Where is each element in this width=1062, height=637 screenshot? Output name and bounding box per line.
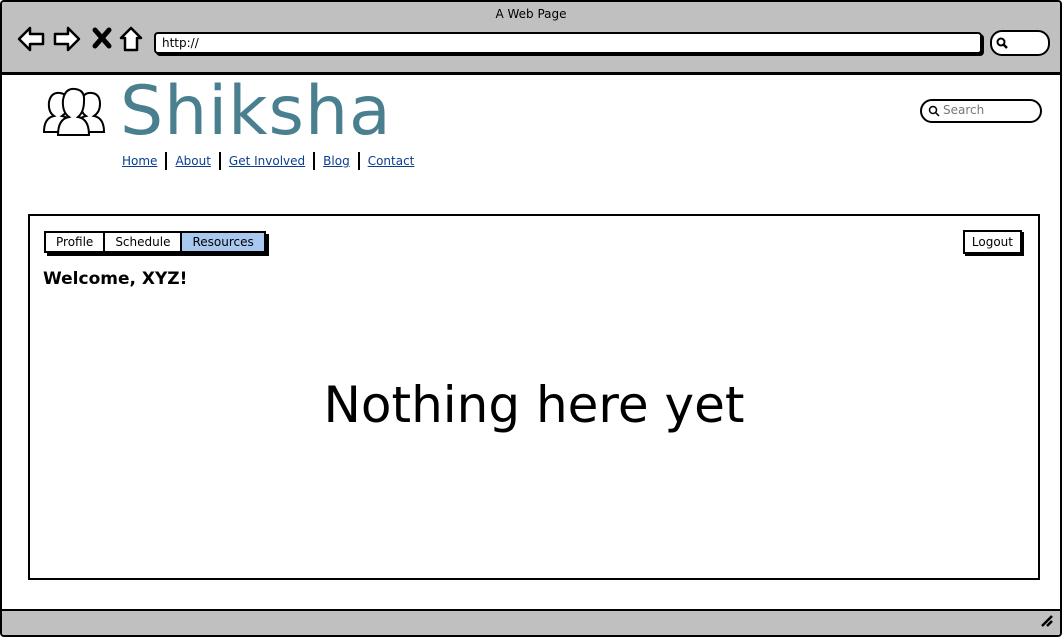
window-title: A Web Page — [495, 7, 567, 21]
tab-resources[interactable]: Resources — [180, 231, 266, 253]
site-nav: Home About Get Involved Blog Contact — [118, 152, 418, 170]
tab-bar: Profile Schedule Resources — [44, 231, 266, 253]
nav-divider — [357, 152, 360, 170]
nav-divider — [165, 152, 168, 170]
browser-search-field[interactable] — [990, 30, 1050, 56]
nav-link-home[interactable]: Home — [118, 154, 161, 168]
tab-profile[interactable]: Profile — [44, 231, 104, 253]
welcome-heading: Welcome, XYZ! — [43, 269, 188, 289]
site-logo[interactable]: Shiksha — [120, 72, 392, 151]
home-icon[interactable] — [117, 24, 147, 54]
nav-divider — [218, 152, 221, 170]
nav-link-contact[interactable]: Contact — [364, 154, 419, 168]
resize-grip-icon[interactable] — [1038, 612, 1054, 632]
search-placeholder: Search — [943, 103, 985, 117]
forward-arrow-icon[interactable] — [52, 24, 82, 54]
stop-icon[interactable] — [90, 24, 120, 54]
people-group-icon — [42, 86, 106, 140]
address-bar[interactable]: http:// — [154, 32, 982, 54]
nav-divider — [313, 152, 316, 170]
empty-state-message: Nothing here yet — [323, 376, 745, 434]
nav-link-blog[interactable]: Blog — [319, 154, 354, 168]
nav-link-about[interactable]: About — [171, 154, 214, 168]
browser-window: A Web Page http:// Shiksha Home About Ge… — [0, 0, 1062, 637]
browser-toolbar: A Web Page http:// — [2, 2, 1060, 75]
site-search-input[interactable]: Search — [920, 99, 1042, 123]
status-bar — [2, 609, 1060, 635]
nav-link-get-involved[interactable]: Get Involved — [225, 154, 309, 168]
content-panel: Profile Schedule Resources Logout Welcom… — [28, 214, 1040, 580]
tab-schedule[interactable]: Schedule — [103, 231, 181, 253]
logout-button[interactable]: Logout — [962, 230, 1022, 254]
back-arrow-icon[interactable] — [16, 24, 46, 54]
